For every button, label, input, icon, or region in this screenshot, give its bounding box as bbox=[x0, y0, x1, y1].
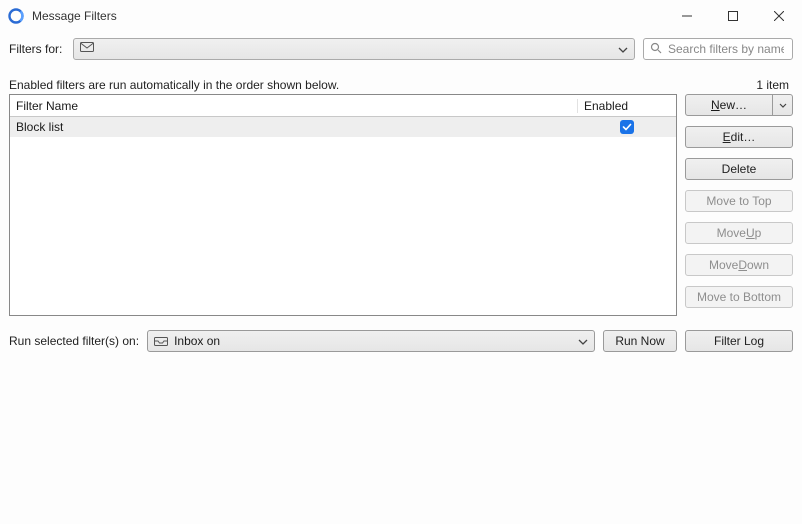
move-up-button[interactable]: Move Up bbox=[685, 222, 793, 244]
maximize-button[interactable] bbox=[710, 0, 756, 32]
run-now-button[interactable]: Run Now bbox=[603, 330, 677, 352]
minimize-button[interactable] bbox=[664, 0, 710, 32]
filter-enabled-cell bbox=[578, 120, 676, 134]
edit-button[interactable]: Edit… bbox=[685, 126, 793, 148]
run-row: Run selected filter(s) on: Inbox on Run … bbox=[9, 330, 793, 352]
new-button-label: New… bbox=[711, 98, 747, 112]
move-to-bottom-button[interactable]: Move to Bottom bbox=[685, 286, 793, 308]
chevron-down-icon bbox=[618, 42, 628, 56]
filters-for-row: Filters for: bbox=[9, 38, 793, 60]
side-button-column: New… Edit… Delete Move to Top Move Up Mo… bbox=[685, 94, 793, 316]
close-button[interactable] bbox=[756, 0, 802, 32]
description-text: Enabled filters are run automatically in… bbox=[9, 78, 756, 92]
enabled-checkbox[interactable] bbox=[620, 120, 634, 134]
account-select[interactable] bbox=[73, 38, 635, 60]
delete-button[interactable]: Delete bbox=[685, 158, 793, 180]
description-row: Enabled filters are run automatically in… bbox=[9, 78, 793, 92]
app-icon bbox=[8, 8, 24, 24]
new-button-dropdown[interactable] bbox=[772, 95, 792, 115]
inbox-icon bbox=[154, 334, 168, 349]
run-on-label: Run selected filter(s) on: bbox=[9, 334, 139, 348]
column-header-enabled[interactable]: Enabled bbox=[578, 99, 676, 113]
folder-select[interactable]: Inbox on bbox=[147, 330, 595, 352]
main-row: Filter Name Enabled Block list New… bbox=[9, 94, 793, 316]
column-header-name[interactable]: Filter Name bbox=[10, 99, 578, 113]
chevron-down-icon bbox=[578, 334, 588, 348]
table-body: Block list bbox=[10, 117, 676, 315]
filters-table: Filter Name Enabled Block list bbox=[9, 94, 677, 316]
window-title: Message Filters bbox=[32, 9, 664, 23]
mail-icon bbox=[80, 42, 94, 56]
folder-select-value: Inbox on bbox=[174, 334, 220, 348]
filters-for-label: Filters for: bbox=[9, 42, 65, 56]
move-to-top-button[interactable]: Move to Top bbox=[685, 190, 793, 212]
search-icon bbox=[650, 42, 662, 57]
table-row[interactable]: Block list bbox=[10, 117, 676, 137]
move-down-button[interactable]: Move Down bbox=[685, 254, 793, 276]
search-input[interactable] bbox=[666, 41, 786, 57]
filter-name-cell: Block list bbox=[10, 120, 578, 134]
table-header: Filter Name Enabled bbox=[10, 95, 676, 117]
search-field[interactable] bbox=[643, 38, 793, 60]
window-controls bbox=[664, 0, 802, 32]
item-count: 1 item bbox=[756, 78, 793, 92]
new-button[interactable]: New… bbox=[685, 94, 793, 116]
filter-log-button[interactable]: Filter Log bbox=[685, 330, 793, 352]
title-bar: Message Filters bbox=[0, 0, 802, 32]
